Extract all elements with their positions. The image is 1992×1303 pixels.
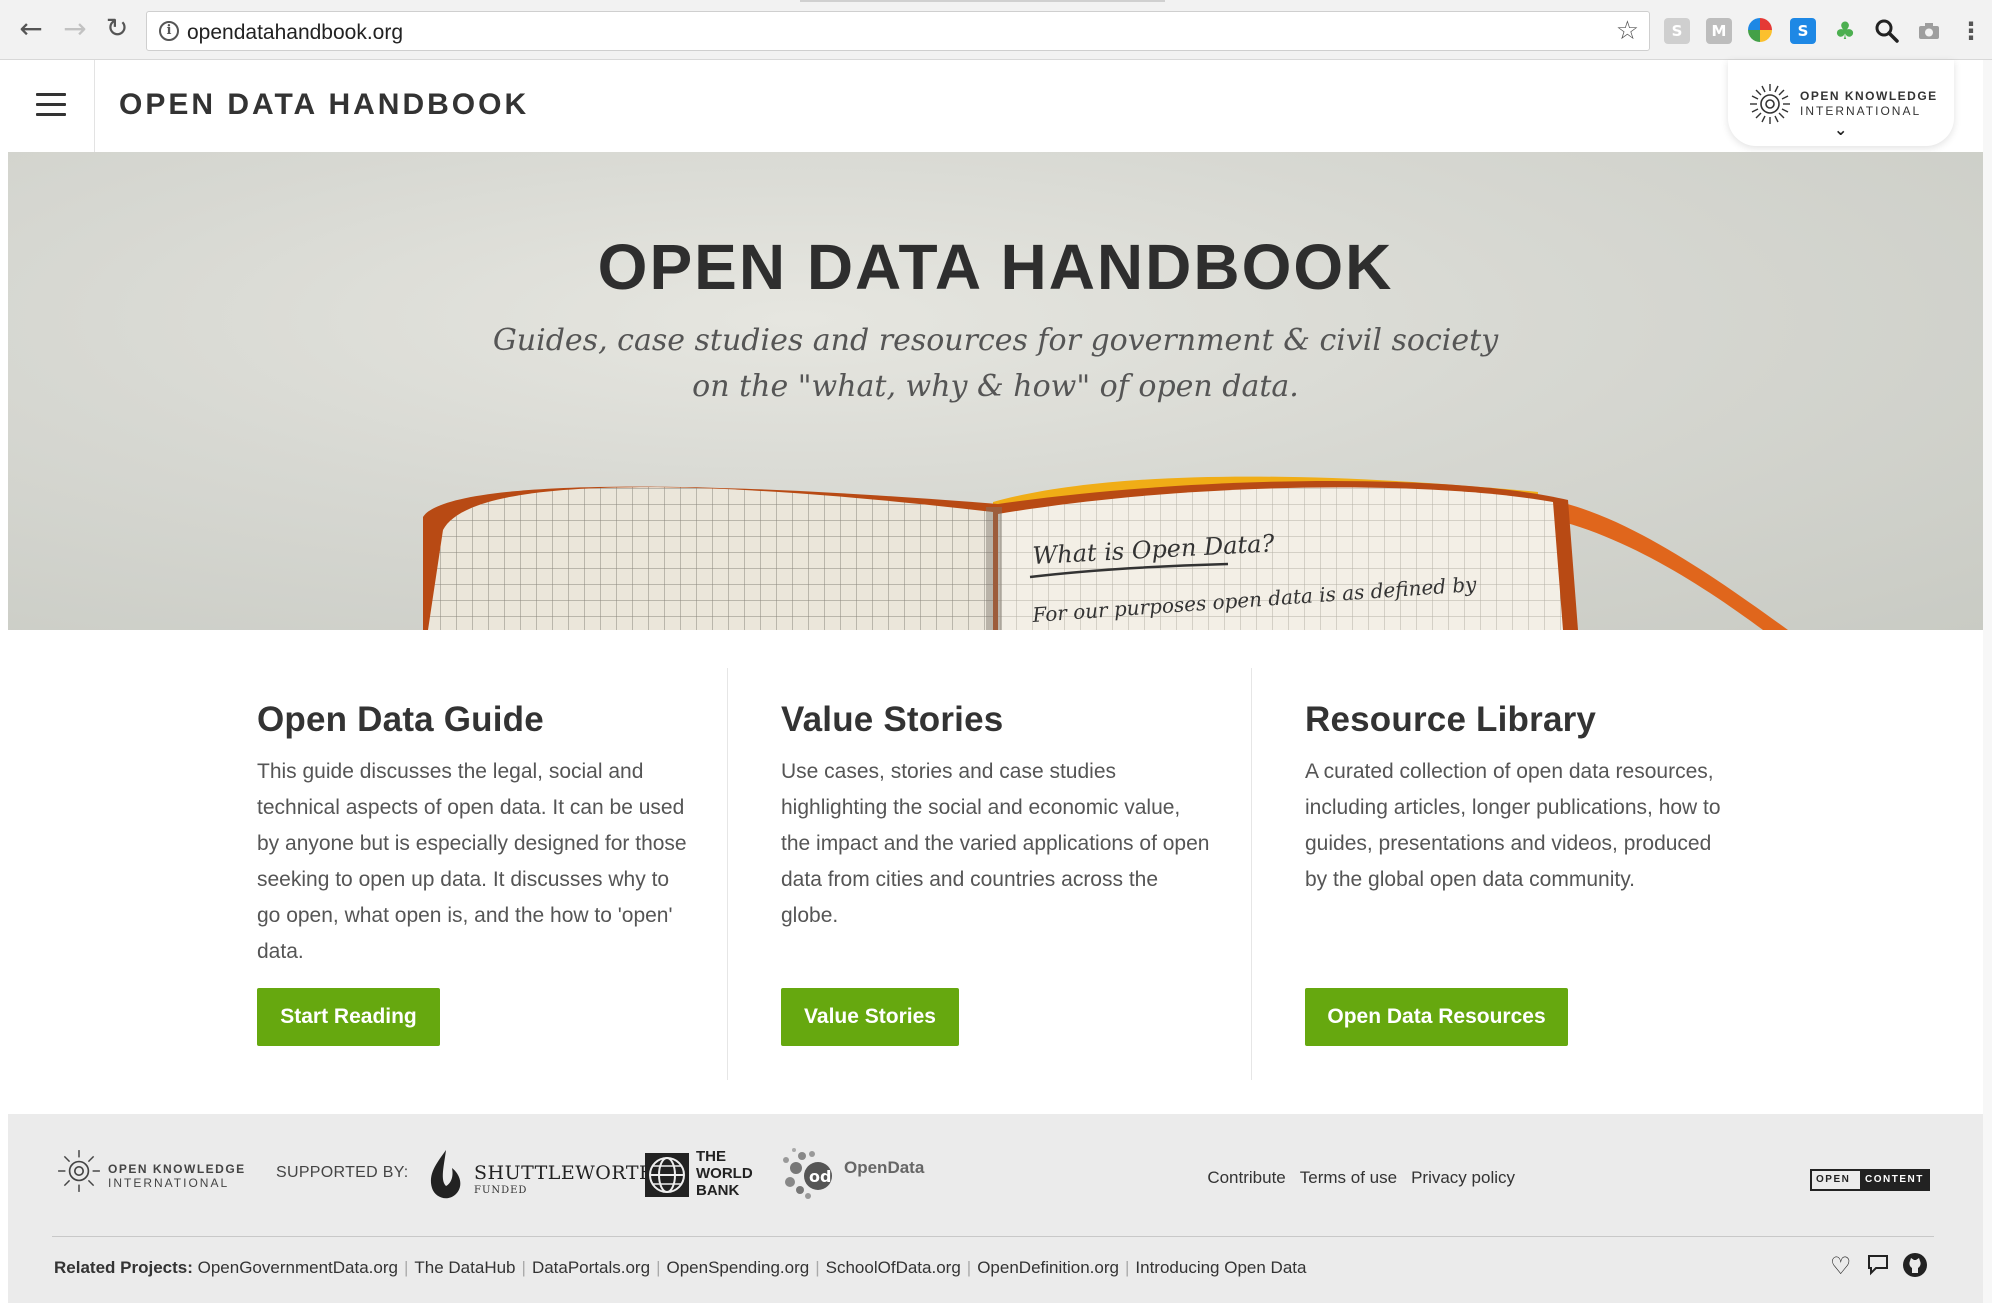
chat-icon[interactable]: [1866, 1252, 1890, 1282]
opendata-logo[interactable]: od OpenData: [780, 1144, 940, 1204]
shuttleworth-name: SHUTTLEWORTH: [474, 1162, 657, 1184]
world-bank-line1: THE: [696, 1148, 726, 1165]
footer-oki-logo[interactable]: OPEN KNOWLEDGE INTERNATIONAL: [56, 1148, 256, 1202]
info-icon[interactable]: i: [159, 21, 179, 41]
star-icon[interactable]: ☆: [1616, 16, 1639, 46]
oki-logo-icon: [1750, 84, 1790, 124]
world-bank-line2: WORLD: [696, 1165, 753, 1182]
related-link[interactable]: OpenGovernmentData.org: [198, 1258, 398, 1277]
browser-toolbar: ← → ↻ i opendatahandbook.org ☆ S M S ♣ ⋮: [0, 0, 1992, 60]
terms-of-use-link[interactable]: Terms of use: [1300, 1168, 1397, 1187]
opendata-dots-icon: od: [783, 1148, 832, 1199]
hero-subtitle-line2: on the "what, why & how" of open data.: [692, 369, 1299, 404]
back-arrow-icon[interactable]: ←: [14, 12, 48, 46]
reload-icon[interactable]: ↻: [100, 12, 134, 46]
hero-banner: What is Open Data? For our purposes open…: [8, 152, 1983, 630]
opendata-name: OpenData: [844, 1158, 925, 1177]
address-bar[interactable]: i opendatahandbook.org ☆: [146, 11, 1650, 51]
guide-description: This guide discusses the legal, social a…: [257, 760, 687, 963]
extension-leaf-icon[interactable]: ♣: [1832, 18, 1858, 44]
related-link[interactable]: The DataHub: [414, 1258, 515, 1277]
url-text[interactable]: opendatahandbook.org: [187, 21, 403, 45]
hero-subtitle: Guides, case studies and resources for g…: [8, 318, 1983, 410]
value-stories-description: Use cases, stories and case studies high…: [781, 760, 1210, 927]
resource-library-description: A curated collection of open data resour…: [1305, 760, 1721, 891]
search-icon[interactable]: [1874, 18, 1900, 44]
column-divider: [1251, 668, 1252, 1080]
value-stories-button[interactable]: Value Stories: [781, 988, 959, 1046]
site-header: OPEN DATA HANDBOOK OPEN KNOWLEDGE INTERN…: [8, 60, 1983, 152]
chevron-down-icon[interactable]: ⌄: [1834, 120, 1847, 139]
hero-title: OPEN DATA HANDBOOK: [597, 231, 1394, 303]
shuttleworth-logo[interactable]: SHUTTLEWORTH FUNDED: [424, 1148, 656, 1202]
hero-subtitle-line1: Guides, case studies and resources for g…: [492, 323, 1499, 358]
related-link[interactable]: OpenSpending.org: [666, 1258, 809, 1277]
start-reading-button[interactable]: Start Reading: [257, 988, 440, 1046]
column-divider: [727, 668, 728, 1080]
world-bank-logo[interactable]: THE WORLD BANK: [644, 1148, 774, 1202]
supported-by-label: SUPPORTED BY:: [276, 1164, 409, 1181]
related-projects-label: Related Projects:: [54, 1258, 193, 1277]
org-badge-line2: INTERNATIONAL: [1800, 104, 1922, 118]
globe-icon: [645, 1153, 689, 1197]
social-icons: ♡: [1830, 1252, 1950, 1282]
value-stories-column: Value Stories Use cases, stories and cas…: [781, 700, 1231, 934]
related-link[interactable]: DataPortals.org: [532, 1258, 650, 1277]
extension-gray-icon[interactable]: S: [1664, 18, 1690, 44]
extension-pinwheel-icon[interactable]: [1748, 18, 1772, 42]
github-icon[interactable]: [1902, 1252, 1928, 1284]
camera-icon[interactable]: [1916, 18, 1942, 44]
heart-icon[interactable]: ♡: [1830, 1252, 1852, 1280]
related-link[interactable]: Introducing Open Data: [1135, 1258, 1306, 1277]
footer-links: Contribute Terms of use Privacy policy: [1193, 1168, 1515, 1188]
org-badge-dropdown[interactable]: OPEN KNOWLEDGE INTERNATIONAL ⌄: [1728, 60, 1954, 146]
shuttleworth-sub: FUNDED: [474, 1185, 528, 1196]
related-projects: Related Projects: OpenGovernmentData.org…: [54, 1258, 1307, 1277]
header-divider: [94, 60, 95, 152]
resource-library-heading: Resource Library: [1305, 700, 1597, 739]
open-data-resources-button[interactable]: Open Data Resources: [1305, 988, 1568, 1046]
world-bank-name: THE WORLD BANK: [696, 1148, 753, 1199]
scrollbar[interactable]: [1983, 60, 1992, 1303]
flame-icon: [430, 1150, 461, 1199]
extension-s-icon[interactable]: S: [1790, 18, 1816, 44]
guide-heading: Open Data Guide: [257, 700, 544, 739]
svg-text:od: od: [809, 1167, 831, 1186]
oki-logo-icon: [58, 1150, 100, 1192]
extension-m-icon[interactable]: M: [1706, 18, 1732, 44]
site-title[interactable]: OPEN DATA HANDBOOK: [119, 88, 529, 122]
hamburger-menu-icon[interactable]: [36, 93, 66, 116]
contribute-link[interactable]: Contribute: [1207, 1168, 1285, 1187]
forward-arrow-icon[interactable]: →: [58, 12, 92, 46]
open-content-badge[interactable]: OPEN CONTENT: [1810, 1169, 1930, 1191]
site-footer: OPEN KNOWLEDGE INTERNATIONAL SUPPORTED B…: [8, 1114, 1983, 1303]
resource-library-column: Resource Library A curated collection of…: [1305, 700, 1755, 898]
kebab-menu-icon[interactable]: ⋮: [1958, 18, 1984, 44]
footer-oki-line1: OPEN KNOWLEDGE: [108, 1162, 246, 1176]
org-badge-line1: OPEN KNOWLEDGE: [1800, 89, 1938, 103]
tab-strip-edge: [800, 0, 1165, 4]
open-content-b: CONTENT: [1860, 1171, 1930, 1189]
footer-oki-line2: INTERNATIONAL: [108, 1176, 230, 1190]
related-link[interactable]: OpenDefinition.org: [977, 1258, 1119, 1277]
world-bank-line3: BANK: [696, 1182, 740, 1199]
value-stories-heading: Value Stories: [781, 700, 1004, 739]
guide-column: Open Data Guide This guide discusses the…: [257, 700, 707, 970]
related-link[interactable]: SchoolOfData.org: [826, 1258, 961, 1277]
footer-divider: [52, 1236, 1934, 1237]
open-content-a: OPEN: [1816, 1174, 1851, 1185]
privacy-policy-link[interactable]: Privacy policy: [1411, 1168, 1515, 1187]
